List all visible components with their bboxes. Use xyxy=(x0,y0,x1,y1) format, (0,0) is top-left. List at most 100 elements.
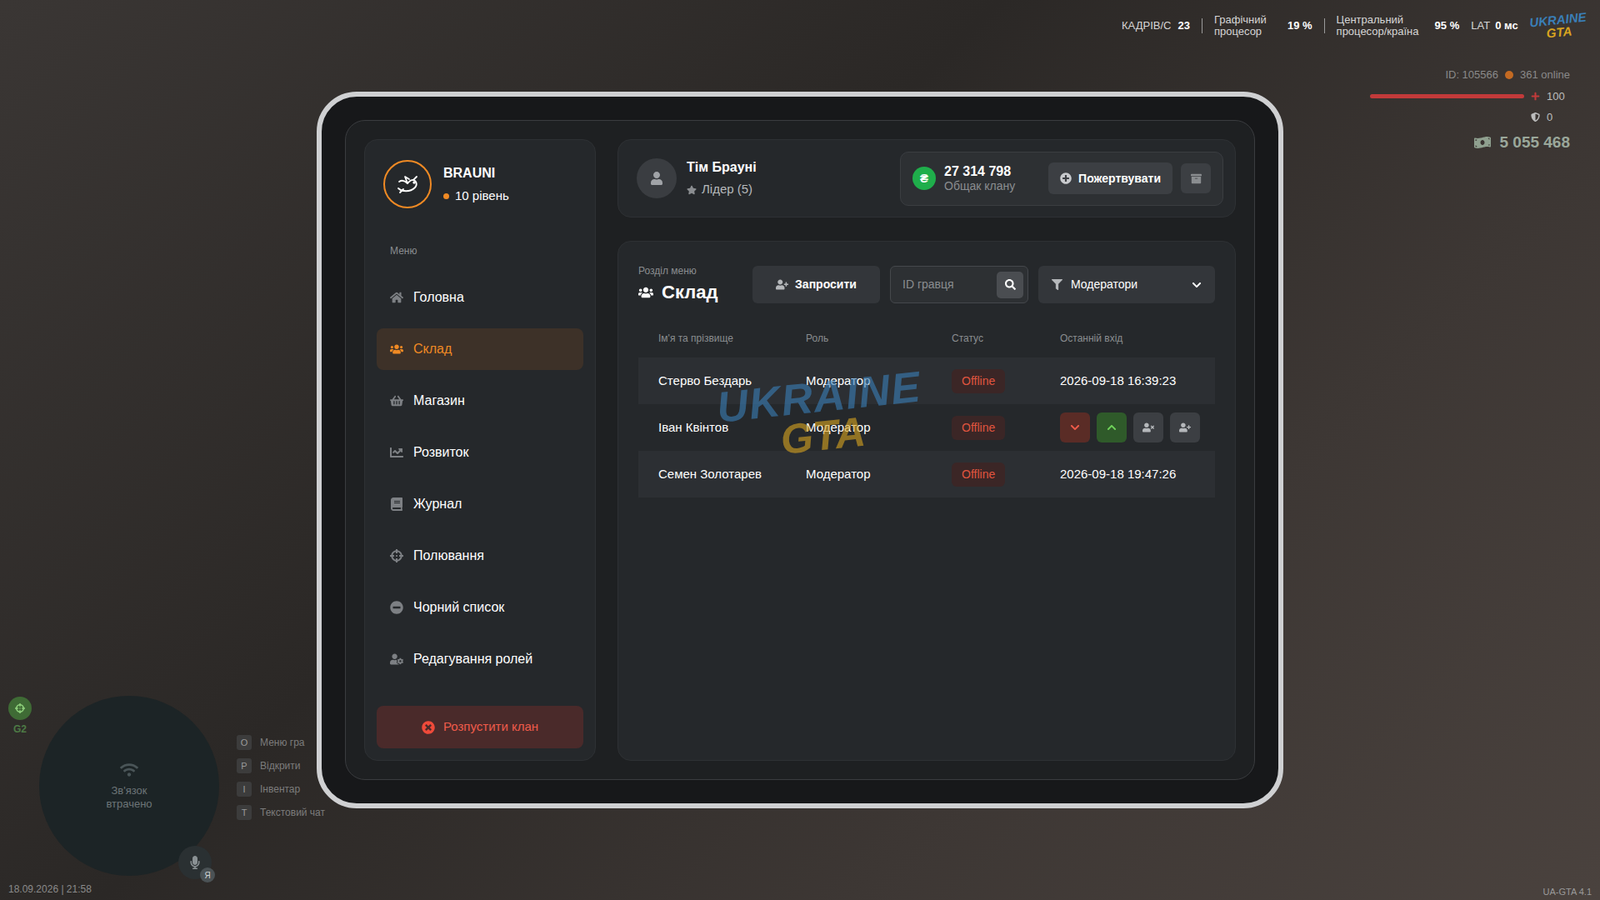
archive-icon xyxy=(1190,173,1202,185)
tablet-frame: BRAUNI10 рівень Меню Головна Склад Магазин Ро… xyxy=(316,91,1284,809)
health-bar: 100 xyxy=(1370,88,1570,105)
members-panel: Розділ менюСкладЗапросити ID гравцяМодера… xyxy=(617,240,1236,761)
sidebar-item[interactable]: Розвиток xyxy=(376,431,584,474)
key-cap: I xyxy=(236,781,252,797)
money-icon xyxy=(1474,134,1491,151)
cpu-stat: Центральний процесор/країна95 % xyxy=(1336,14,1460,39)
microphone-icon xyxy=(188,855,202,870)
clan-header: BRAUNI10 рівень xyxy=(376,160,584,209)
player-hud: ID: 105566361 online 100 0 5 055 468 xyxy=(1370,66,1570,155)
status-badge: Offline xyxy=(951,462,1005,487)
date-time: 18.09.2026 | 21:58 xyxy=(8,881,92,897)
table-header: Ім'я та прізвищеРольСтатусОстанній вхід xyxy=(638,330,1215,358)
keybind-hint: OМеню гра xyxy=(236,735,325,750)
health-track xyxy=(1370,94,1525,99)
role-filter-dropdown[interactable]: Модератори xyxy=(1038,265,1215,304)
table-row[interactable]: Семен ЗолотаревМодераторOffline2026-09-1… xyxy=(638,450,1215,498)
column-header: Ім'я та прізвище xyxy=(658,330,806,346)
watermark-logo: UKRAINEGTA xyxy=(715,364,928,467)
sidebar-item[interactable]: Полювання xyxy=(376,535,584,577)
shield-icon xyxy=(1530,112,1540,122)
leader-avatar xyxy=(636,158,677,199)
user-remove-icon xyxy=(1142,421,1155,434)
hud-divider xyxy=(1201,18,1203,34)
user-icon xyxy=(650,171,664,185)
donate-button[interactable]: Пожертвувати xyxy=(1048,162,1173,195)
zone-icon xyxy=(15,703,25,714)
key-cap: T xyxy=(236,805,252,820)
sidebar-item[interactable]: Редагування ролей xyxy=(376,638,584,680)
gpu-stat: Графічний процесор19 % xyxy=(1214,14,1313,39)
sidebar-item[interactable]: Головна xyxy=(376,276,584,319)
bird-icon xyxy=(393,170,422,199)
fps-stat: КАДРІВ/С23 xyxy=(1121,17,1190,35)
section-title: Розділ менюСклад xyxy=(638,263,743,306)
player-info: ID: 105566361 online xyxy=(1445,66,1570,84)
menu-label: Меню xyxy=(376,243,584,259)
user-cog-icon xyxy=(390,652,404,666)
minus-circle-icon xyxy=(390,600,404,615)
clan-logo xyxy=(383,160,432,209)
table-row[interactable]: Стерво БездарьМодераторOffline2026-09-18… xyxy=(638,357,1215,405)
promote-button[interactable] xyxy=(1096,412,1127,443)
members-table: Ім'я та прізвищеРольСтатусОстанній вхідС… xyxy=(638,330,1215,498)
watermark-logo: UKRAINEGTA xyxy=(1528,10,1588,42)
leader-role: Лідер (5) xyxy=(686,180,757,200)
close-circle-icon xyxy=(421,720,435,735)
demote-button[interactable] xyxy=(1060,412,1090,443)
member-settings-button[interactable] xyxy=(1170,412,1200,443)
column-header: Роль xyxy=(805,330,952,346)
keybind-hint: PВідкрити xyxy=(236,758,325,774)
latency-stat: LAT0 мс xyxy=(1470,17,1518,35)
status-badge: Offline xyxy=(951,415,1005,440)
money-stat: 5 055 468 xyxy=(1474,130,1570,155)
health-fill xyxy=(1370,94,1525,99)
keybind-hints: OМеню граPВідкритиIІнвентарTТекстовий ча… xyxy=(236,735,325,820)
zone-indicator: G2 xyxy=(8,696,32,737)
chevron-down-icon xyxy=(1070,422,1080,433)
online-dot xyxy=(1505,70,1514,80)
search-button[interactable] xyxy=(996,271,1024,299)
filter-icon xyxy=(1051,279,1063,290)
sidebar-menu: Головна Склад Магазин Розвиток Журнал Полюван… xyxy=(376,276,584,680)
user-plus-icon xyxy=(1179,421,1191,434)
player-id-search[interactable]: ID гравця xyxy=(890,265,1029,304)
keybind-hint: IІнвентар xyxy=(236,781,325,797)
plus-circle-icon xyxy=(1060,172,1072,185)
performance-hud: КАДРІВ/С23 Графічний процесор19 % Централь… xyxy=(1121,13,1587,39)
sidebar-item[interactable]: Склад xyxy=(376,328,584,370)
basket-icon xyxy=(390,394,404,408)
chevron-down-icon xyxy=(1191,280,1202,290)
row-actions xyxy=(1060,412,1200,443)
armor-stat: 0 xyxy=(1530,109,1570,126)
mic-badge: Я xyxy=(200,867,215,883)
clan-sidebar: BRAUNI10 рівень Меню Головна Склад Магазин Ро… xyxy=(364,139,596,761)
sidebar-item[interactable]: Чорний список xyxy=(376,586,584,629)
sidebar-item[interactable]: Журнал xyxy=(376,483,584,525)
chart-icon xyxy=(390,445,404,460)
invite-button[interactable]: Запросити xyxy=(752,265,880,304)
no-signal-icon xyxy=(120,760,139,780)
health-cross-icon xyxy=(1530,91,1540,101)
table-row[interactable]: Іван КвінтовМодераторOffline xyxy=(638,404,1215,451)
treasury-box: ₴27 314 798Общак клануПожертвувати xyxy=(900,151,1224,206)
book-icon xyxy=(390,497,404,511)
leader-info: Тім БрауніЛідер (5) xyxy=(636,157,757,200)
users-icon xyxy=(638,285,654,300)
sidebar-item[interactable]: Магазин xyxy=(376,380,584,422)
disband-clan-button[interactable]: Розпустити клан xyxy=(376,705,584,749)
voice-chat-button[interactable]: Я xyxy=(178,845,212,880)
game-version: UA-GTA 4.1 xyxy=(1543,885,1592,900)
treasury-archive-button[interactable] xyxy=(1180,163,1211,194)
column-header: Статус xyxy=(951,330,1060,346)
hud-divider xyxy=(1324,18,1325,34)
column-header: Останній вхід xyxy=(1060,330,1195,346)
tablet-screen: BRAUNI10 рівень Меню Головна Склад Магазин Ро… xyxy=(345,120,1255,780)
kick-button[interactable] xyxy=(1133,412,1164,443)
search-icon xyxy=(1005,279,1016,290)
crosshair-icon xyxy=(390,549,404,563)
clan-level: 10 рівень xyxy=(443,186,510,206)
home-icon xyxy=(390,290,404,305)
game-screen: КАДРІВ/С23 Графічний процесор19 % Централь… xyxy=(0,0,1600,900)
key-cap: O xyxy=(236,735,252,750)
